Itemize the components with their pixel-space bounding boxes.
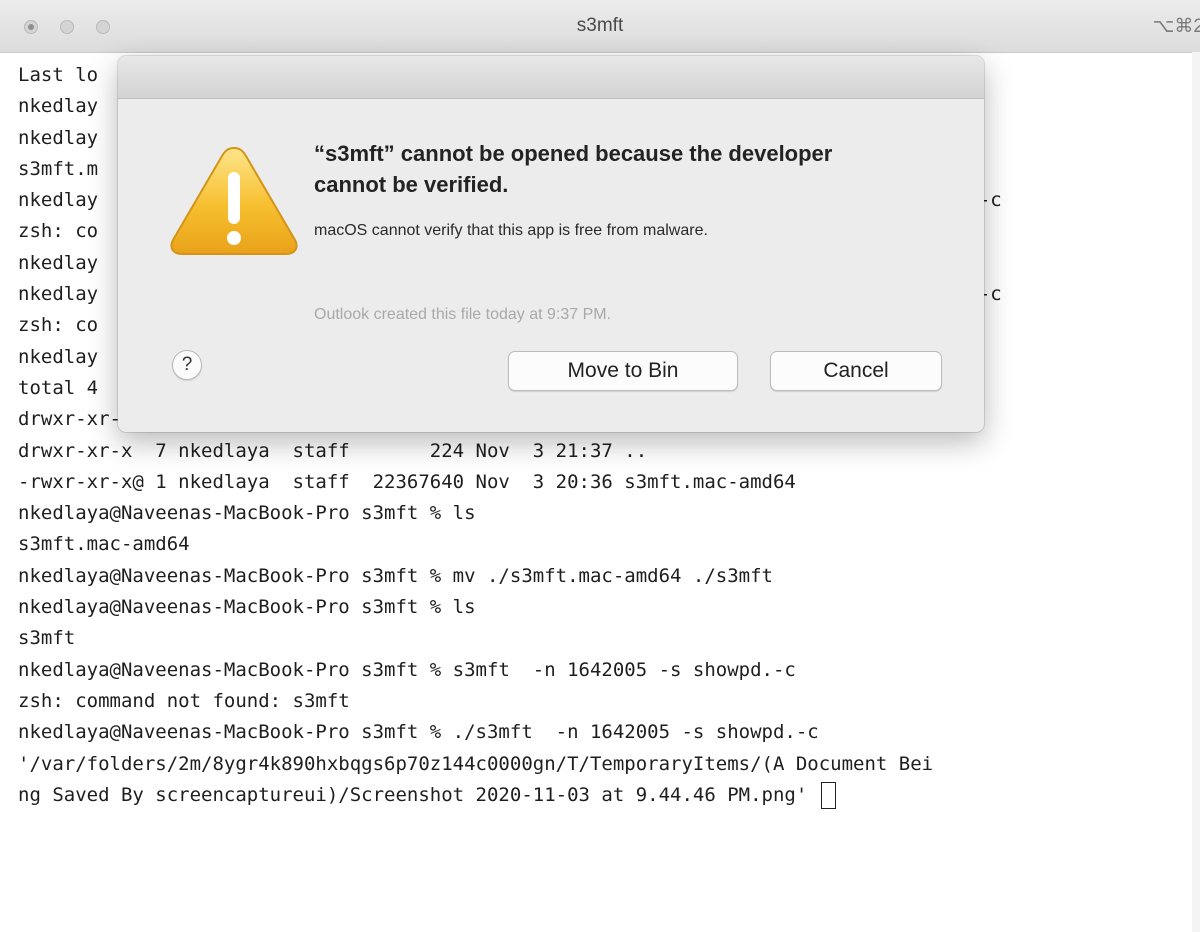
dialog-info-text: Outlook created this file today at 9:37 … bbox=[314, 306, 612, 323]
move-to-bin-button[interactable]: Move to Bin bbox=[508, 351, 738, 391]
terminal-line: nkedlaya@Naveenas-MacBook-Pro s3mft % s3… bbox=[18, 658, 796, 681]
terminal-line: -rwxr-xr-x@ 1 nkedlaya staff 22367640 No… bbox=[18, 470, 796, 493]
terminal-line: nkedlaya@Naveenas-MacBook-Pro s3mft % mv… bbox=[18, 564, 773, 587]
warning-triangle-icon bbox=[170, 146, 298, 255]
dialog-message: macOS cannot verify that this app is fre… bbox=[314, 222, 708, 239]
help-button[interactable]: ? bbox=[172, 350, 202, 380]
window-title: s3mft bbox=[576, 15, 624, 36]
terminal-line: s3mft.mac-amd64 bbox=[18, 533, 190, 556]
terminal-line: nkedlaya@Naveenas-MacBook-Pro s3mft % ls bbox=[18, 596, 476, 619]
cancel-button[interactable]: Cancel bbox=[770, 351, 942, 391]
terminal-line: nkedlaya@Naveenas-MacBook-Pro s3mft % ./… bbox=[18, 721, 819, 744]
terminal-line: '/var/folders/2m/8ygr4k890hxbqgs6p70z144… bbox=[18, 752, 934, 775]
gatekeeper-alert-dialog: “s3mft” cannot be opened because the dev… bbox=[118, 56, 984, 432]
terminal-line: s3mft bbox=[18, 627, 76, 650]
terminal-line: nkedlaya@Naveenas-MacBook-Pro s3mft % ls bbox=[18, 502, 476, 525]
dialog-title: “s3mft” cannot be opened because the dev… bbox=[314, 141, 833, 197]
scrollbar-track[interactable] bbox=[1192, 52, 1200, 932]
terminal-line: zsh: command not found: s3mft bbox=[18, 689, 350, 712]
window-shortcut: ⌥⌘2 bbox=[1152, 16, 1200, 37]
terminal-line: ng Saved By screencaptureui)/Screenshot … bbox=[18, 780, 1188, 811]
window-titlebar: s3mft ⌥⌘2 bbox=[0, 0, 1200, 53]
dialog-titlebar bbox=[118, 56, 984, 99]
terminal-line: drwxr-xr-x 7 nkedlaya staff 224 Nov 3 21… bbox=[18, 439, 648, 462]
text-cursor bbox=[820, 781, 836, 809]
